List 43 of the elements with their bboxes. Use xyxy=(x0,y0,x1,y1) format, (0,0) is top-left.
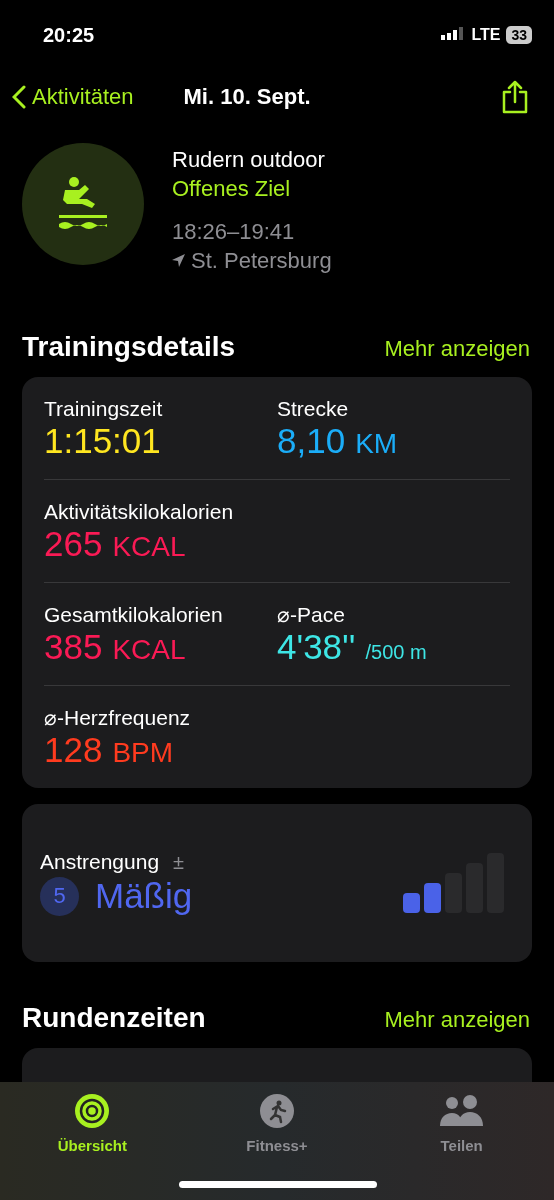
metric-label: Aktivitätskilokalorien xyxy=(44,500,235,524)
chevron-left-icon xyxy=(12,85,26,109)
section-title: Rundenzeiten xyxy=(22,1002,206,1034)
effort-score: 5 xyxy=(40,876,79,916)
nav-title: Mi. 10. Sept. xyxy=(183,84,312,110)
metric-value: 265 xyxy=(44,524,103,564)
metric-label: ⌀-Pace xyxy=(277,603,346,627)
tab-item[interactable]: Teilen xyxy=(401,1092,522,1200)
section-title: Trainingsdetails xyxy=(22,331,236,363)
workout-location: St. Petersburg xyxy=(191,247,332,275)
metric-unit: KM xyxy=(355,428,398,460)
metric-value: 128 xyxy=(44,730,103,770)
share-icon[interactable] xyxy=(501,80,529,114)
effort-label: Anstrengung xyxy=(40,850,160,874)
metric-value: 8,10 xyxy=(277,421,346,461)
metric-label: Trainingszeit xyxy=(44,397,164,421)
metric-unit: KCAL xyxy=(112,531,186,563)
effort-rating: Mäßig xyxy=(95,876,193,916)
signal-icon xyxy=(441,27,466,43)
metric-label: Gesamtkilokalorien xyxy=(44,603,224,627)
metric-value: 385 xyxy=(44,627,103,667)
workout-goal: Offenes Ziel xyxy=(172,175,292,203)
metric-unit: BPM xyxy=(112,737,174,769)
location-arrow-icon xyxy=(172,254,185,267)
metric-unit: KCAL xyxy=(112,634,186,666)
metric-label: Strecke xyxy=(277,397,350,421)
people-icon xyxy=(438,1093,485,1129)
metric-label: ⌀-Herzfrequenz xyxy=(44,706,192,730)
back-link[interactable]: Aktivitäten xyxy=(12,84,134,110)
runner-icon xyxy=(259,1093,295,1129)
status-time: 20:25 xyxy=(43,23,95,47)
metric-value: 4'38'' xyxy=(277,627,356,667)
network-label: LTE xyxy=(471,26,501,44)
rings-icon xyxy=(74,1093,111,1129)
workout-name: Rudern outdoor xyxy=(172,146,326,174)
show-more-link[interactable]: Mehr anzeigen xyxy=(384,1007,530,1033)
battery-indicator: 33 xyxy=(506,26,532,44)
adjust-icon[interactable]: ± xyxy=(173,850,185,874)
workout-time: 18:26–19:41 xyxy=(172,218,296,246)
show-more-link[interactable]: Mehr anzeigen xyxy=(384,336,530,362)
tab-item[interactable]: Übersicht xyxy=(32,1092,153,1200)
metric-unit: /500 m xyxy=(365,641,427,664)
metric-value: 1:15:01 xyxy=(44,421,161,461)
